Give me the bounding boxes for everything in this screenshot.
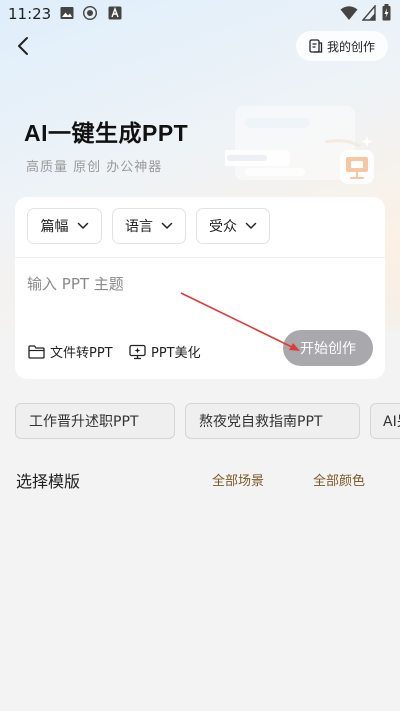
chevron-down-icon bbox=[161, 222, 173, 229]
start-create-button[interactable]: 开始创作 bbox=[283, 330, 373, 366]
page-subtitle: 高质量 原创 办公神器 bbox=[26, 160, 163, 175]
start-create-label: 开始创作 bbox=[300, 341, 356, 357]
status-time: 11:23 bbox=[8, 5, 52, 23]
status-bar: 11:23 bbox=[0, 0, 400, 28]
language-dropdown-label: 语言 bbox=[125, 219, 153, 235]
length-dropdown[interactable]: 篇幅 bbox=[27, 208, 102, 244]
signal-icon bbox=[362, 5, 376, 21]
ppt-illustration bbox=[225, 106, 374, 184]
audience-dropdown-label: 受众 bbox=[209, 219, 237, 235]
suggestion-chip[interactable]: AI另 bbox=[370, 403, 400, 439]
audience-dropdown[interactable]: 受众 bbox=[196, 208, 270, 244]
chevron-down-icon bbox=[77, 222, 88, 229]
chevron-down-icon bbox=[245, 222, 257, 229]
file-to-ppt-label: 文件转PPT bbox=[50, 346, 113, 361]
suggestion-chip[interactable]: 熬夜党自救指南PPT bbox=[185, 403, 360, 439]
suggestion-chip[interactable]: 工作晋升述职PPT bbox=[15, 403, 175, 439]
text-a-icon bbox=[108, 6, 122, 20]
scene-filter[interactable]: 全部场景 bbox=[212, 470, 264, 489]
my-works-label: 我的创作 bbox=[326, 39, 375, 54]
circle-app-icon bbox=[83, 6, 97, 20]
monitor-sparkle-icon bbox=[129, 344, 146, 359]
color-filter[interactable]: 全部颜色 bbox=[313, 470, 365, 489]
ppt-beautify-label: PPT美化 bbox=[151, 346, 201, 361]
folder-icon bbox=[28, 344, 45, 359]
back-button[interactable] bbox=[12, 34, 36, 58]
suggestion-label: 工作晋升述职PPT bbox=[29, 414, 139, 430]
length-dropdown-label: 篇幅 bbox=[40, 219, 69, 235]
page-title: AI一键生成PPT bbox=[24, 120, 189, 146]
wifi-icon bbox=[340, 6, 358, 20]
document-icon bbox=[309, 39, 323, 53]
language-dropdown[interactable]: 语言 bbox=[112, 208, 186, 244]
topic-input[interactable] bbox=[27, 271, 367, 297]
suggestion-label: 熬夜党自救指南PPT bbox=[199, 414, 323, 430]
file-to-ppt-button[interactable]: 文件转PPT bbox=[28, 342, 113, 361]
my-works-button[interactable]: 我的创作 bbox=[296, 31, 388, 61]
battery-icon bbox=[382, 4, 391, 21]
ppt-beautify-button[interactable]: PPT美化 bbox=[129, 342, 201, 361]
gallery-icon bbox=[60, 7, 74, 19]
generate-card: 篇幅 语言 受众 文件转PPT PPT美化 开始创作 bbox=[15, 197, 385, 379]
card-divider bbox=[15, 257, 385, 258]
suggestion-label: AI另 bbox=[383, 414, 400, 430]
template-section-title: 选择模版 bbox=[16, 472, 81, 491]
